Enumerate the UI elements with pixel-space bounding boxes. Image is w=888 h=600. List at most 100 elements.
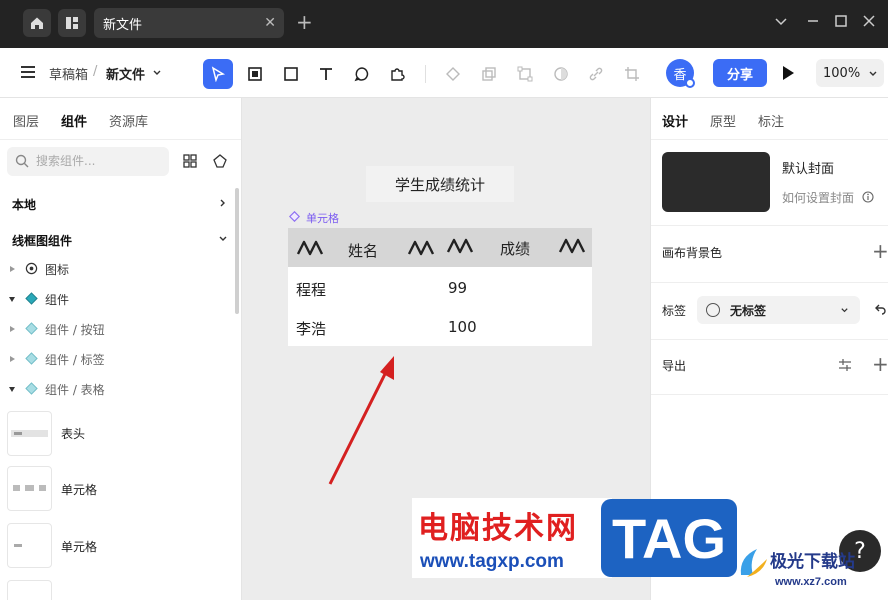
grid-icon[interactable]: [183, 154, 197, 168]
component-tool[interactable]: [438, 59, 468, 89]
table-cell: 程程: [296, 281, 327, 299]
component-thumbnail[interactable]: [7, 466, 52, 511]
chevron-right-icon[interactable]: [218, 198, 228, 208]
zoom-value: 100%: [823, 65, 861, 81]
data-table[interactable]: 姓名 成绩 程程 99 李浩 100: [288, 228, 592, 346]
tree-item-tags[interactable]: 组件 / 标签: [0, 344, 236, 374]
tree-item-label: 组件 / 表格: [45, 383, 105, 397]
thumbnail-label[interactable]: 表头: [61, 425, 85, 442]
table-header-cell: 姓名: [348, 242, 379, 260]
add-bg-button[interactable]: +: [872, 241, 888, 261]
avatar-char: 香: [673, 67, 687, 83]
menu-icon[interactable]: [21, 66, 35, 78]
section-wireframe[interactable]: 线框图组件: [12, 232, 72, 249]
select-tool[interactable]: [203, 59, 233, 89]
play-icon[interactable]: [783, 66, 794, 80]
section-local[interactable]: 本地: [12, 196, 36, 213]
tree-item-components[interactable]: 组件: [0, 284, 236, 314]
scrollbar[interactable]: [235, 188, 239, 314]
cover-title: 默认封面: [782, 162, 835, 177]
component-set-icon[interactable]: [213, 154, 227, 168]
undo-icon[interactable]: [873, 303, 887, 317]
link-tool[interactable]: [581, 59, 611, 89]
comment-tool-icon: [354, 67, 369, 82]
component-icon: [446, 67, 460, 81]
component-icon: [25, 382, 38, 395]
component-label[interactable]: 单元格: [306, 210, 339, 226]
thumbnail-label[interactable]: 单元格: [61, 481, 97, 498]
layout-button[interactable]: [58, 9, 86, 37]
component-thumbnail[interactable]: [7, 411, 52, 456]
frame-tool[interactable]: [240, 59, 270, 89]
tab-close-icon[interactable]: ✕: [264, 15, 276, 31]
export-label: 导出: [662, 359, 687, 373]
plugin-tool[interactable]: [382, 59, 412, 89]
add-tab-button[interactable]: +: [296, 11, 313, 33]
comment-tool[interactable]: [347, 59, 377, 89]
caret-down-icon[interactable]: [9, 297, 15, 302]
minimize-button[interactable]: [806, 14, 820, 33]
chevron-down-icon[interactable]: [774, 14, 788, 33]
divider: [651, 339, 888, 340]
caret-right-icon[interactable]: [10, 266, 15, 272]
search-input[interactable]: [36, 152, 162, 170]
maximize-button[interactable]: [834, 14, 848, 33]
breadcrumb-file[interactable]: 新文件: [106, 64, 145, 83]
tab-components[interactable]: 组件: [61, 111, 87, 130]
caret-right-icon[interactable]: [10, 326, 15, 332]
file-menu-chevron-icon[interactable]: [152, 67, 162, 82]
frame-title[interactable]: 学生成绩统计: [366, 166, 514, 202]
cover-help-link[interactable]: 如何设置封面: [782, 189, 854, 206]
mask-icon: [554, 67, 568, 81]
crop-icon: [625, 67, 639, 81]
cover-thumbnail[interactable]: [662, 152, 770, 212]
tree-item-buttons[interactable]: 组件 / 按钮: [0, 314, 236, 344]
boolean-tool[interactable]: [474, 59, 504, 89]
caret-down-icon[interactable]: [9, 387, 15, 392]
avatar[interactable]: 香: [666, 59, 695, 88]
tab-annotation[interactable]: 标注: [758, 111, 784, 130]
component-thumbnail[interactable]: [7, 580, 52, 600]
divider: [0, 139, 241, 140]
rect-tool[interactable]: [276, 59, 306, 89]
tags-label: 标签: [662, 304, 687, 318]
component-icon: [25, 292, 38, 305]
divider: [651, 225, 888, 226]
thumbnail-label[interactable]: 单元格: [61, 538, 97, 555]
zoom-select[interactable]: 100%: [816, 59, 884, 87]
tree-item-label: 图标: [45, 263, 70, 277]
search-box[interactable]: [7, 147, 169, 176]
export-config-icon[interactable]: [838, 358, 852, 372]
share-button[interactable]: 分享: [713, 59, 767, 87]
mask-tool[interactable]: [546, 59, 576, 89]
home-button[interactable]: [23, 9, 51, 37]
tab-layers[interactable]: 图层: [13, 111, 39, 130]
tab-assets[interactable]: 资源库: [109, 111, 148, 130]
chevron-down-icon[interactable]: [218, 234, 228, 244]
watermark-jiguang-url: www.xz7.com: [775, 576, 847, 588]
divider: [651, 139, 888, 140]
text-tool[interactable]: [311, 59, 341, 89]
home-icon: [31, 17, 43, 29]
table-header-cell: 成绩: [500, 240, 531, 258]
text-tool-icon: [320, 68, 332, 80]
watermark-jiguang-text: 极光下载站: [770, 552, 855, 572]
constraints-tool[interactable]: [510, 59, 540, 89]
caret-right-icon[interactable]: [10, 356, 15, 362]
info-icon[interactable]: [862, 191, 874, 203]
tab-prototype[interactable]: 原型: [710, 111, 736, 130]
search-icon: [15, 154, 29, 168]
add-export-button[interactable]: +: [872, 354, 888, 374]
tree-item-label: 组件 / 标签: [45, 353, 105, 367]
file-tab[interactable]: 新文件 ✕: [94, 8, 284, 38]
close-window-button[interactable]: [862, 14, 876, 33]
tree-item-icons[interactable]: 图标: [0, 254, 236, 284]
breadcrumb-separator: /: [93, 64, 98, 79]
tree-item-table[interactable]: 组件 / 表格: [0, 374, 236, 404]
tab-design[interactable]: 设计: [662, 111, 688, 130]
component-thumbnail[interactable]: [7, 523, 52, 568]
tag-select[interactable]: 无标签: [697, 296, 860, 324]
crop-tool[interactable]: [617, 59, 647, 89]
breadcrumb-drafts[interactable]: 草稿箱: [49, 64, 88, 83]
divider: [651, 282, 888, 283]
